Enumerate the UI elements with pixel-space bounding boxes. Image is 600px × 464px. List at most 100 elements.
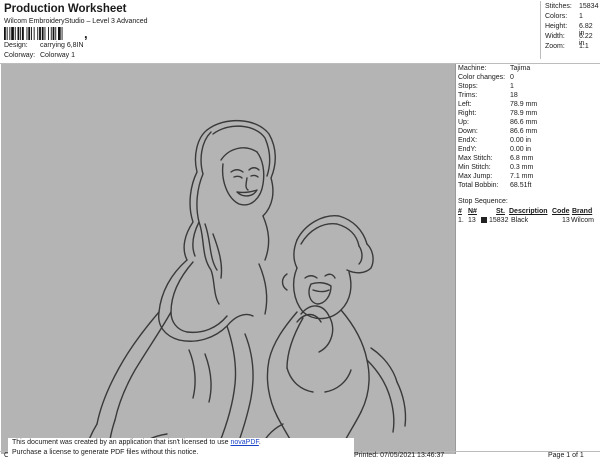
barcode-bar (52, 27, 55, 40)
stat-zoom: Zoom: 1:1 (545, 43, 599, 53)
barcode-bar (39, 27, 41, 40)
info-key: Max Jump: (458, 173, 493, 180)
info-value: 68.51ft (510, 182, 532, 189)
software-subtitle: Wilcom EmbroideryStudio – Level 3 Advanc… (4, 18, 148, 25)
printed-timestamp: Printed: 07/05/2021 13:46:37 (354, 452, 445, 459)
row-index: 1. (458, 217, 464, 224)
info-value: 0.3 mm (510, 164, 534, 171)
worksheet-title: Production Worksheet (4, 3, 127, 15)
info-key: Machine: (458, 65, 487, 72)
stop-sequence-label: Stop Sequence: (458, 198, 508, 205)
info-value: 18 (510, 92, 518, 99)
stat-stitches: Stitches: 15834 (545, 3, 599, 13)
notice-line-2: Purchase a license to generate PDF files… (12, 449, 199, 456)
barcode-bar (26, 27, 28, 40)
notice-text: This document was created by an applicat… (12, 439, 231, 446)
info-down: Down: 86.6 mm (458, 127, 598, 136)
info-value: 86.6 mm (510, 119, 538, 126)
barcode-bar (61, 27, 63, 40)
info-stops: Stops: 1 (458, 82, 598, 91)
info-key: Right: (458, 110, 477, 117)
barcode-bar (22, 27, 24, 40)
info-value: 0.00 in (510, 137, 532, 144)
info-key: Stops: (458, 83, 478, 90)
info-endy: EndY: 0.00 in (458, 145, 598, 154)
barcode-bar (9, 27, 11, 40)
stat-key: Zoom: (545, 43, 565, 50)
design-preview (1, 64, 456, 454)
info-max-jump: Max Jump: 7.1 mm (458, 172, 598, 181)
info-key: EndX: (458, 137, 478, 144)
info-total-bobbin: Total Bobbin: 68.51ft (458, 181, 598, 190)
notice-line-1: This document was created by an applicat… (12, 438, 354, 448)
info-value: Tajima (510, 65, 531, 72)
stat-width: Width: 6.22 in (545, 33, 599, 47)
barcode-bar (4, 27, 6, 40)
col-header-brand: Brand (572, 208, 593, 215)
barcode-bar (33, 27, 35, 40)
info-key: Max Stitch: (458, 155, 493, 162)
info-value: 7.1 mm (510, 173, 534, 180)
info-value: 1 (510, 83, 514, 90)
info-max-stitch: Max Stitch: 6.8 mm (458, 154, 598, 163)
col-header-stitches: St. (496, 208, 505, 215)
info-key: Down: (458, 128, 478, 135)
info-value: 6.8 mm (510, 155, 534, 162)
barcode-bar (20, 27, 22, 40)
barcode-bar (48, 27, 49, 40)
barcode-bar (31, 27, 32, 40)
barcode-bar (14, 27, 16, 40)
row-description: Black (511, 217, 529, 224)
barcode-bar (28, 27, 31, 40)
col-header-needle: N# (468, 208, 477, 215)
barcode-bar (11, 27, 14, 40)
info-value: 78.9 mm (510, 101, 538, 108)
info-right: Right: 78.9 mm (458, 109, 598, 118)
colorway-label: Colorway: (4, 52, 36, 59)
info-trims: Trims: 18 (458, 91, 598, 100)
info-key: Trims: (458, 92, 478, 99)
info-min-stitch: Min Stitch: 0.3 mm (458, 163, 598, 172)
novapdf-link[interactable]: novaPDF (230, 439, 258, 446)
info-value: 0.00 in (510, 146, 532, 153)
info-value: 78.9 mm (510, 110, 538, 117)
colorway-value: Colorway 1 (40, 52, 76, 59)
col-header-description: Description (509, 208, 548, 215)
design-row: Design: carrying 6,8IN (4, 42, 84, 49)
info-color-changes: Color changes: 0 (458, 73, 598, 82)
page-number: Page 1 of 1 (548, 452, 584, 459)
barcode-bar (44, 27, 46, 40)
info-machine: Machine: Tajima (458, 64, 598, 73)
stat-value: 15834 (579, 3, 599, 10)
info-value: 86.6 mm (510, 128, 538, 135)
stat-key: Stitches: (545, 3, 572, 10)
machine-info-panel: Machine: Tajima Color changes: 0 Stops: 1 T… (456, 64, 600, 454)
stat-value: 1 (579, 13, 583, 20)
info-value: 0 (510, 74, 514, 81)
stat-key: Height: (545, 23, 568, 30)
stat-colors: Colors: 1 (545, 13, 599, 23)
info-key: Min Stitch: (458, 164, 491, 171)
barcode-bar (6, 27, 8, 40)
row-brand: Wilcom (571, 217, 594, 224)
info-key: Up: (458, 119, 469, 126)
barcode-bar (17, 27, 20, 40)
info-up: Up: 86.6 mm (458, 118, 598, 127)
colorway-row: Colorway: Colorway 1 (4, 52, 75, 59)
row-stitches: 15832 (489, 217, 509, 224)
barcode-bar (41, 27, 44, 40)
barcode-bar (50, 27, 52, 40)
row-needle: 13 (468, 217, 476, 224)
license-notice: This document was created by an applicat… (8, 438, 354, 460)
stat-key: Colors: (545, 13, 568, 20)
info-key: Color changes: (458, 74, 506, 81)
design-value: carrying 6,8IN (40, 42, 84, 49)
design-label: Design: (4, 42, 28, 49)
barcode-bar (55, 27, 57, 40)
info-key: EndY: (458, 146, 477, 153)
stat-value: 1:1 (579, 43, 589, 50)
stats-box: Stitches: 15834 Colors: 1 Height: 6.82 in W… (540, 1, 599, 59)
stat-key: Width: (545, 33, 565, 40)
barcode-bar (58, 27, 61, 40)
col-header-index: # (458, 208, 462, 215)
